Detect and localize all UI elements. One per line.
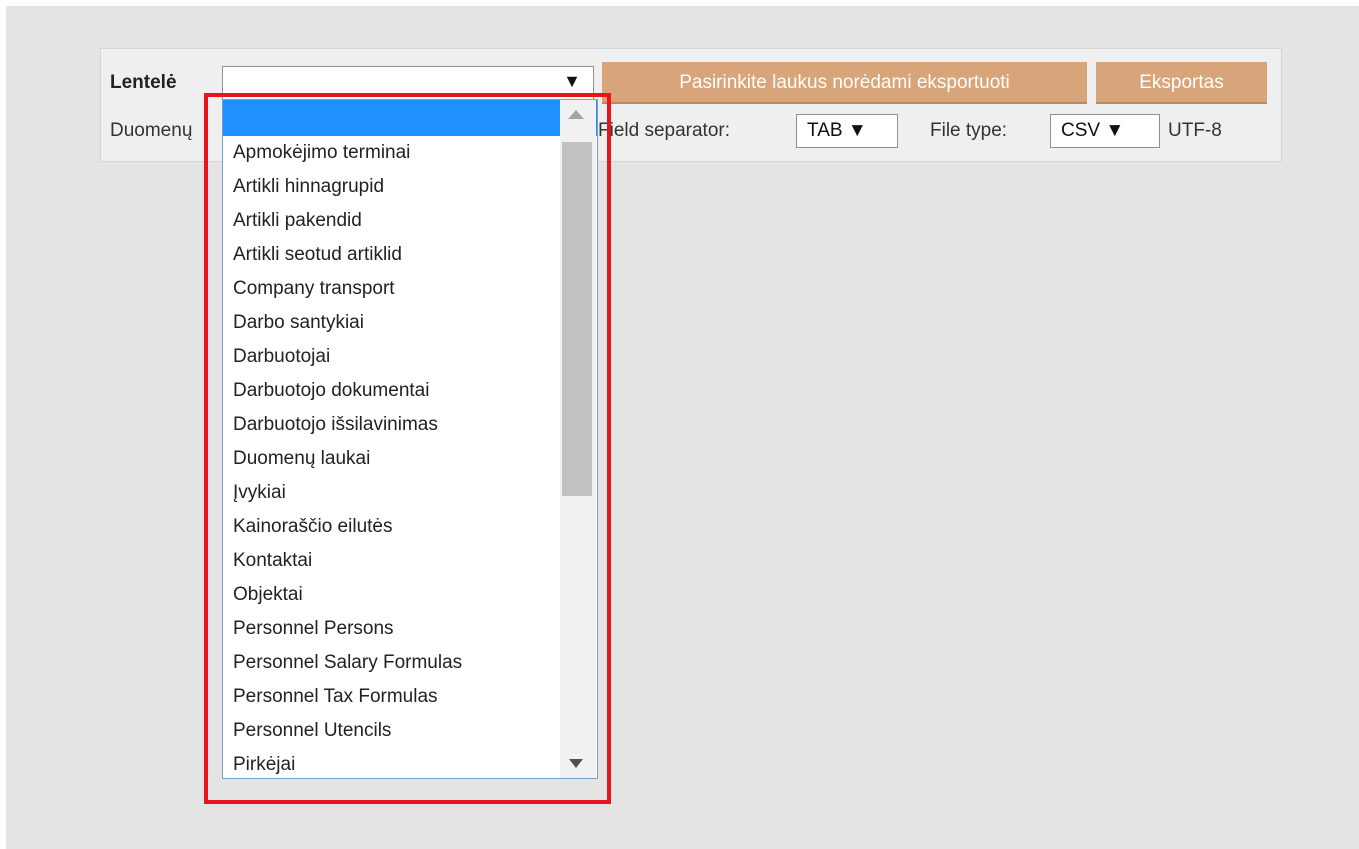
table-select[interactable]: ▼ — [222, 66, 594, 100]
dropdown-option[interactable]: Company transport — [223, 272, 597, 306]
dropdown-option-empty[interactable] — [223, 100, 597, 136]
dropdown-option[interactable]: Objektai — [223, 578, 597, 612]
dropdown-option[interactable]: Darbuotojo dokumentai — [223, 374, 597, 408]
dropdown-option[interactable]: Kontaktai — [223, 544, 597, 578]
dropdown-option[interactable]: Personnel Tax Formulas — [223, 680, 597, 714]
scroll-up-arrow-icon[interactable] — [568, 110, 584, 119]
dropdown-option[interactable]: Darbo santykiai — [223, 306, 597, 340]
table-label: Lentelė — [110, 72, 177, 93]
dropdown-option[interactable]: Personnel Utencils — [223, 714, 597, 748]
file-type-label: File type: — [930, 120, 1008, 141]
dropdown-option[interactable]: Artikli hinnagrupid — [223, 170, 597, 204]
dropdown-option[interactable]: Apmokėjimo terminai — [223, 136, 597, 170]
data-label: Duomenų — [110, 120, 193, 141]
field-separator-label: Field separator: — [598, 120, 731, 141]
dropdown-option[interactable]: Kainoraščio eilutės — [223, 510, 597, 544]
dropdown-option[interactable]: Personnel Persons — [223, 612, 597, 646]
scrollbar-thumb[interactable] — [562, 142, 592, 496]
chevron-down-icon: ▼ — [563, 71, 581, 91]
field-separator-select[interactable]: TAB ▼ — [796, 114, 898, 148]
encoding-label: UTF-8 — [1168, 120, 1222, 141]
dropdown-option[interactable]: Personnel Salary Formulas — [223, 646, 597, 680]
dropdown-scrollbar[interactable] — [560, 100, 596, 778]
table-dropdown-list[interactable]: Apmokėjimo terminai Artikli hinnagrupid … — [222, 99, 598, 779]
dropdown-option[interactable]: Duomenų laukai — [223, 442, 597, 476]
dropdown-option[interactable]: Artikli seotud artiklid — [223, 238, 597, 272]
dropdown-option[interactable]: Darbuotojo išsilavinimas — [223, 408, 597, 442]
dropdown-option[interactable]: Darbuotojai — [223, 340, 597, 374]
dropdown-option[interactable]: Įvykiai — [223, 476, 597, 510]
file-type-select[interactable]: CSV ▼ — [1050, 114, 1160, 148]
scroll-down-arrow-icon[interactable] — [569, 759, 583, 768]
dropdown-option[interactable]: Pirkėjai — [223, 748, 597, 778]
export-button[interactable]: Eksportas — [1096, 62, 1267, 104]
select-fields-button[interactable]: Pasirinkite laukus norėdami eksportuoti — [602, 62, 1087, 104]
dropdown-option[interactable]: Artikli pakendid — [223, 204, 597, 238]
